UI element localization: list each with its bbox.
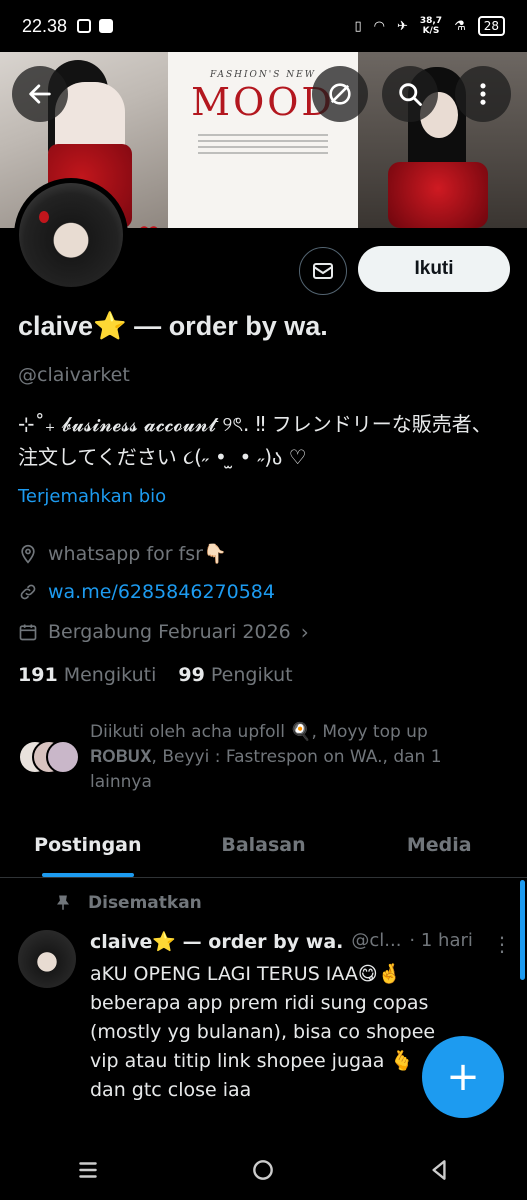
profile-joined[interactable]: Bergabung Februari 2026 › bbox=[18, 620, 309, 644]
tab-posts[interactable]: Postingan bbox=[0, 822, 176, 877]
link-icon bbox=[20, 584, 36, 600]
search-icon bbox=[399, 83, 422, 106]
status-time: 22.38 bbox=[22, 15, 68, 36]
profile-avatar[interactable] bbox=[14, 178, 128, 292]
network-speed: 38,7 K/S bbox=[420, 16, 442, 36]
status-bar: 22.38 ▯ ◠ ✈ 38,7 K/S ⚗ 28 bbox=[0, 0, 527, 52]
follow-button[interactable]: Ikuti bbox=[358, 246, 510, 292]
envelope-icon bbox=[313, 263, 333, 279]
post-author-name[interactable]: claive⭐ — order by wa. bbox=[90, 930, 343, 953]
grok-icon bbox=[329, 83, 351, 105]
post-text[interactable]: aKU OPENG LAGI TERUS IAA😋🤞 beberapa app … bbox=[90, 960, 450, 1105]
vibrate-icon: ▯ bbox=[354, 18, 362, 34]
profile-name: claive⭐ — order by wa. bbox=[18, 311, 328, 341]
website-link[interactable]: wa.me/6285846270584 bbox=[48, 581, 275, 603]
heart-lollipop-icon: ❤ bbox=[138, 220, 160, 228]
back-nav-button[interactable] bbox=[426, 1157, 452, 1183]
profile-website[interactable]: wa.me/6285846270584 bbox=[18, 581, 275, 603]
calendar-icon bbox=[19, 624, 37, 641]
followers-stat[interactable]: 99 Pengikut bbox=[178, 664, 292, 686]
post-time: · 1 hari bbox=[409, 930, 473, 951]
back-button[interactable] bbox=[12, 66, 68, 122]
grok-button[interactable] bbox=[312, 66, 368, 122]
followed-by-section[interactable]: Diikuti oleh acha upfoll 🍳, Moyy top up … bbox=[18, 720, 480, 795]
followed-by-avatars bbox=[18, 740, 82, 776]
battery-indicator: 28 bbox=[477, 16, 505, 36]
followers-label: Pengikut bbox=[210, 664, 293, 686]
follow-counts: 191 Mengikuti 99 Pengikut bbox=[18, 664, 293, 686]
search-button[interactable] bbox=[382, 66, 438, 122]
pinned-indicator: Disematkan bbox=[54, 893, 202, 913]
arrow-left-icon bbox=[29, 84, 51, 104]
pin-icon bbox=[57, 895, 69, 910]
profile-handle: @claivarket bbox=[18, 364, 130, 386]
chevron-right-icon: › bbox=[300, 620, 309, 644]
flask-icon: ⚗ bbox=[454, 18, 466, 34]
more-options-button[interactable] bbox=[455, 66, 511, 122]
profile-tabs: Postingan Balasan Media bbox=[0, 822, 527, 878]
followed-by-text: Diikuti oleh acha upfoll 🍳, Moyy top up … bbox=[90, 722, 442, 792]
following-count: 191 bbox=[18, 664, 58, 686]
pinned-label: Disematkan bbox=[88, 893, 202, 913]
following-label: Mengikuti bbox=[63, 664, 157, 686]
home-button[interactable] bbox=[250, 1157, 276, 1183]
speed-value: 38,7 bbox=[419, 16, 443, 26]
airplane-icon: ✈ bbox=[396, 18, 408, 34]
avatar bbox=[46, 740, 80, 774]
location-text: whatsapp for fsr👇🏻 bbox=[48, 543, 227, 565]
location-pin-icon bbox=[21, 544, 35, 564]
message-button[interactable] bbox=[299, 247, 347, 295]
post-author-handle: @cl... bbox=[351, 930, 402, 951]
instagram-icon bbox=[77, 19, 92, 33]
post-more-icon[interactable]: ⋮ bbox=[492, 932, 512, 956]
post-header: claive⭐ — order by wa. @cl... · 1 hari bbox=[90, 930, 510, 953]
recent-apps-button[interactable] bbox=[75, 1157, 101, 1183]
compose-button[interactable]: + bbox=[422, 1036, 504, 1118]
plus-icon: + bbox=[446, 1054, 480, 1100]
more-vertical-icon bbox=[480, 83, 486, 105]
post-author-avatar[interactable] bbox=[18, 930, 76, 988]
youtube-icon bbox=[99, 19, 114, 33]
tab-replies[interactable]: Balasan bbox=[176, 822, 352, 877]
profile-location: whatsapp for fsr👇🏻 bbox=[18, 542, 227, 565]
tab-media[interactable]: Media bbox=[351, 822, 527, 877]
profile-bio: ⊹˚₊ 𝓫𝓾𝓼𝓲𝓷𝓮𝓼𝓼 𝓪𝓬𝓬𝓸𝓾𝓷𝓽 ୨ৎ. ‼ フレンドリーな販売者、注文… bbox=[18, 412, 492, 469]
following-stat[interactable]: 191 Mengikuti bbox=[18, 664, 156, 686]
wifi-icon: ◠ bbox=[373, 18, 385, 34]
translate-bio-link[interactable]: Terjemahkan bio bbox=[18, 486, 166, 507]
scrollbar[interactable] bbox=[520, 880, 525, 980]
joined-text: Bergabung Februari 2026 bbox=[48, 621, 291, 643]
speed-unit: K/S bbox=[422, 26, 440, 36]
system-nav-bar bbox=[0, 1140, 527, 1200]
followers-count: 99 bbox=[178, 664, 205, 686]
